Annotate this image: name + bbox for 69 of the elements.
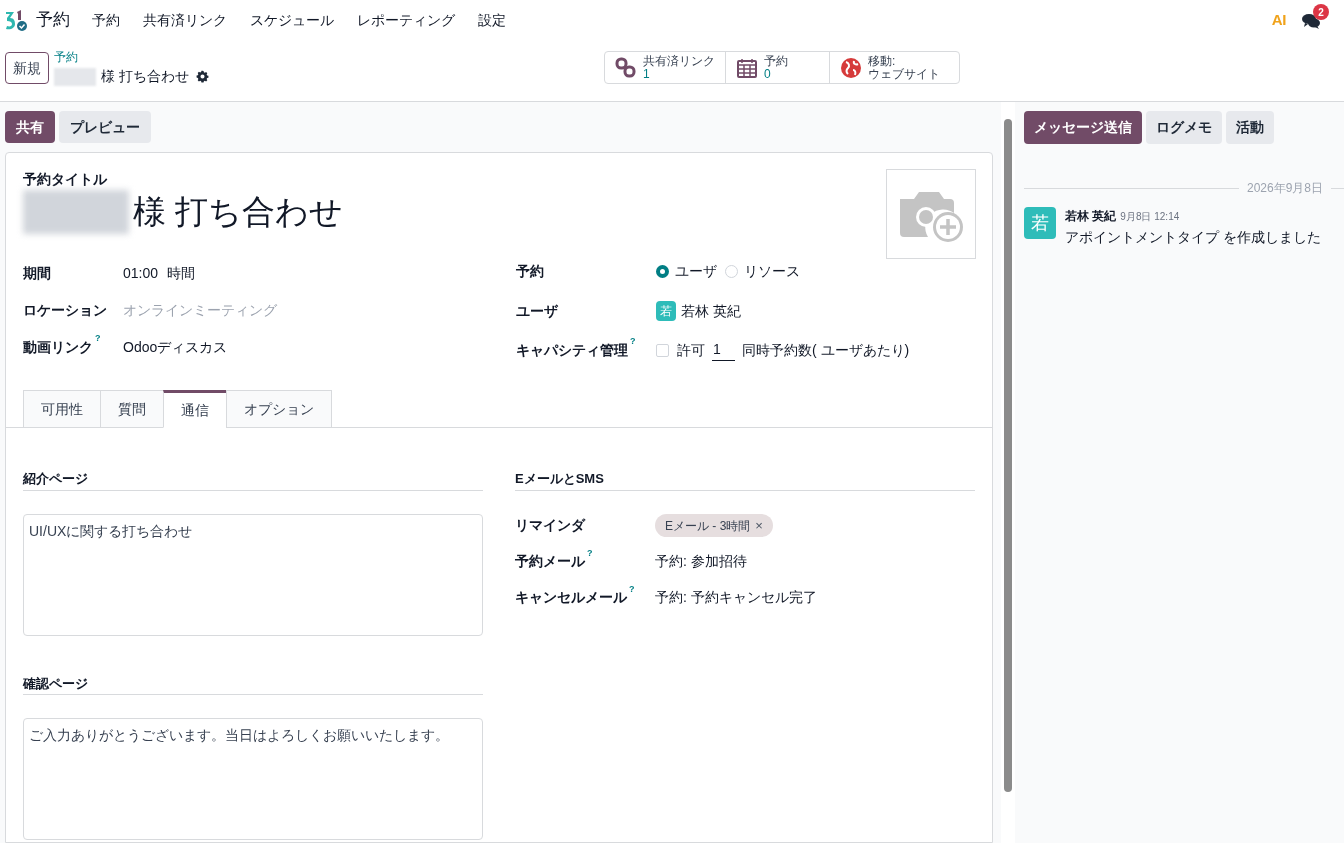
menu-item[interactable]: スケジュール [250, 9, 334, 31]
calendar-icon [736, 56, 758, 79]
breadcrumb-link[interactable]: 予約 [54, 50, 209, 64]
field-label: キャパシティ管理 [516, 340, 628, 360]
message-time: 9月8日 12:14 [1120, 210, 1180, 224]
notification-badge: 2 [1313, 4, 1329, 20]
field-label: ロケーション [23, 300, 107, 320]
smart-button[interactable]: 共有済リンク 1 [605, 52, 725, 83]
new-button[interactable]: 新規 [5, 52, 49, 84]
message-body: アポイントメントタイプ を作成しました [1065, 228, 1321, 247]
tab[interactable]: 通信 [163, 390, 227, 428]
field-label: リマインダ [515, 516, 585, 535]
checkbox[interactable] [656, 343, 669, 357]
globe-icon [840, 56, 862, 79]
image-upload[interactable] [886, 169, 976, 259]
section-heading: 確認ページ [23, 673, 483, 695]
radio-label[interactable]: ユーザ [675, 260, 717, 282]
field-label: 予約メール [515, 552, 585, 571]
reminder-tag[interactable]: Eメール - 3時間 × [655, 514, 773, 537]
chain-link-icon [615, 56, 637, 79]
user-avatar: 若 [1024, 207, 1056, 239]
field-label: 予約 [516, 261, 544, 281]
tab[interactable]: 質問 [100, 390, 164, 428]
scrollbar-thumb[interactable] [1004, 119, 1012, 792]
checkbox-label: 許可 [677, 340, 705, 360]
field-label: 期間 [23, 263, 51, 283]
duration-field[interactable]: 01:00 [123, 262, 159, 284]
unit-text: 時間 [167, 263, 196, 283]
field-value[interactable]: Odooディスカス [123, 336, 228, 358]
chatter-button[interactable]: 活動 [1226, 111, 1274, 144]
redacted-name [54, 67, 96, 86]
record-title: 様 打ち合わせ [101, 67, 189, 86]
radio-button[interactable] [656, 264, 669, 278]
menu-item[interactable]: 共有済リンク [143, 9, 227, 31]
user-avatar: 若 [656, 301, 676, 321]
field-suffix: 同時予約数( ユーザあたり) [742, 340, 910, 360]
field-label: キャンセルメール [515, 588, 627, 607]
smart-button[interactable]: 移動: ウェブサイト [829, 52, 959, 83]
menu-item[interactable]: 設定 [478, 9, 506, 31]
title-field[interactable]: 様 打ち合わせ [133, 190, 344, 234]
field-value[interactable]: 予約: 予約キャンセル完了 [655, 587, 817, 608]
menu-item[interactable]: レポーティング [357, 9, 455, 31]
field-label: 動画リンク [23, 337, 93, 357]
section-heading: EメールとSMS [515, 469, 975, 491]
settings-icon[interactable] [195, 70, 209, 83]
user-field[interactable]: 若林 英紀 [681, 300, 741, 322]
count-field[interactable]: 1 [712, 339, 735, 361]
app-name[interactable]: 予約 [36, 7, 70, 33]
chatter-button[interactable]: メッセージ送信 [1024, 111, 1142, 144]
smart-button[interactable]: 予約 0 [725, 52, 829, 83]
chat-bubbles-icon[interactable] [1302, 13, 1320, 29]
tab[interactable]: オプション [226, 390, 332, 428]
app-logo-icon[interactable] [4, 9, 28, 31]
text-editor[interactable]: UI/UXに関する打ち合わせ [23, 513, 483, 636]
form-sheet: 予約タイトル 様 打ち合わせ 期間 01:00 時間 ロケーション オンラインミーティング 動画リンク$^{?}$ Odooディスカス 予約 ユーザ リソース ユーザ 若 若林 英紀 キャパシティ管理$^{?}$ 許可 1 同時予約数( ユーザあたり) 可用性 質問 通信 オプション 紹介ページ UI/UXに関する打ち合わせ 確認ページ ご入力ありがとうございます。当日はよろしくお願いいたします。 EメールとSMS リマインダ Eメール - 3時間 × 予約メール$^{?}$ 予約: 参加招待 キャンセルメール$^{?}$ 予約: 予約キャンセル完了 [5, 152, 993, 843]
field-label: ユーザ [516, 301, 558, 321]
remove-tag-button[interactable]: × [755, 515, 763, 536]
radio-label[interactable]: リソース [744, 260, 800, 282]
field-label: 予約タイトル [23, 170, 108, 188]
date-separator: 2026年9月8日 [1245, 180, 1324, 197]
menu-item[interactable]: 予約 [92, 9, 120, 31]
tab[interactable]: 可用性 [23, 390, 101, 428]
section-heading: 紹介ページ [23, 469, 483, 491]
field-value[interactable]: 予約: 参加招待 [655, 551, 747, 572]
message-author: 若林 英紀 [1065, 208, 1117, 225]
action-button[interactable]: 共有 [5, 111, 55, 143]
text-editor[interactable]: ご入力ありがとうございます。当日はよろしくお願いいたします。 [23, 718, 483, 840]
action-button[interactable]: プレビュー [59, 111, 151, 143]
chatter-button[interactable]: ログメモ [1146, 111, 1222, 144]
